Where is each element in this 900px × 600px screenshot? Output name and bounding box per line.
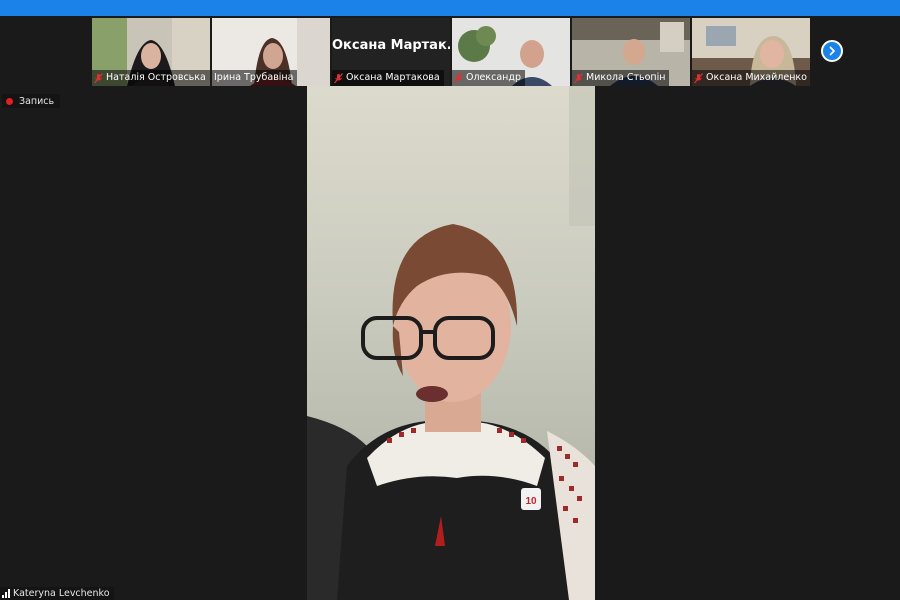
participant-tile[interactable]: Наталія Островська: [92, 18, 210, 86]
participant-name: Оксана Мартакова: [346, 72, 440, 83]
participant-tile[interactable]: Олександр: [452, 18, 570, 86]
participant-name: Наталія Островська: [106, 72, 206, 83]
mic-muted-icon: [574, 72, 583, 84]
mic-muted-icon: [694, 72, 703, 84]
participant-tile[interactable]: Микола Стьопін: [572, 18, 690, 86]
active-speaker-video: 10: [307, 86, 595, 600]
participant-label: Оксана Мартакова: [332, 70, 444, 86]
signal-icon: [2, 589, 10, 598]
participant-name: Ірина Трубавіна: [214, 72, 294, 83]
mic-muted-icon: [94, 72, 103, 84]
participant-name: Олександр: [466, 72, 521, 83]
recording-indicator[interactable]: Запись: [2, 94, 61, 108]
top-bar: [0, 0, 900, 16]
mic-muted-icon: [334, 72, 343, 84]
next-page-button[interactable]: [821, 40, 843, 62]
participant-name: Микола Стьопін: [586, 72, 666, 83]
participant-label: Оксана Михайленко: [692, 70, 810, 86]
recording-label: Запись: [19, 95, 55, 107]
participant-tile[interactable]: Оксана Мартак... Оксана Мартакова: [332, 18, 450, 86]
mic-muted-icon: [454, 72, 463, 84]
chevron-right-icon: [829, 46, 835, 56]
participant-label: Наталія Островська: [92, 70, 210, 86]
participant-name-placeholder: Оксана Мартак...: [332, 38, 450, 53]
speaker-image: 10: [307, 86, 595, 600]
record-dot-icon: [6, 97, 13, 105]
self-view-label: Kateryna Levchenko: [0, 587, 114, 600]
svg-text:10: 10: [525, 496, 537, 507]
participant-label: Микола Стьопін: [572, 70, 670, 86]
self-view-name: Kateryna Levchenko: [13, 588, 110, 599]
participant-label: Олександр: [452, 70, 525, 86]
participant-name: Оксана Михайленко: [706, 72, 807, 83]
participant-label: Ірина Трубавіна: [212, 70, 298, 86]
participant-tile[interactable]: Оксана Михайленко: [692, 18, 810, 86]
participant-tile[interactable]: Ірина Трубавіна: [212, 18, 330, 86]
